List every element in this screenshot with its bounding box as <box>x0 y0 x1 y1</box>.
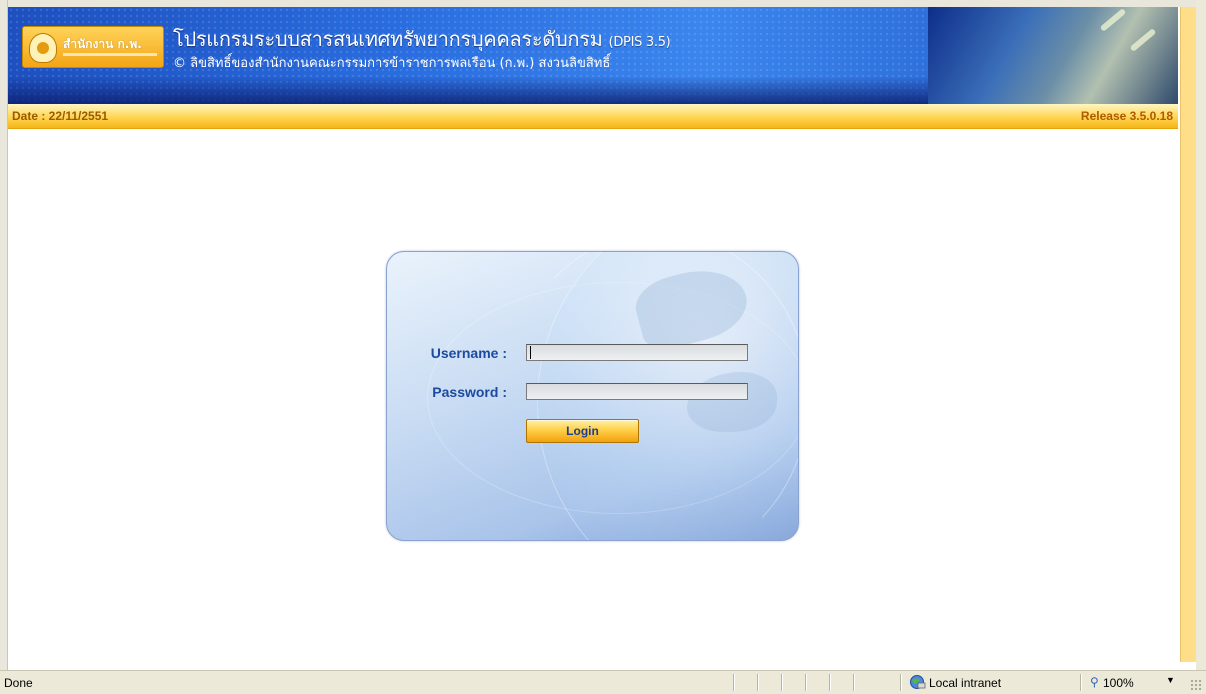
login-panel: Username : Password : Login <box>386 251 799 541</box>
seal-icon <box>29 33 57 63</box>
app-title-text: โปรแกรมระบบสารสนเทศทรัพยากรบุคคลระดับกรม <box>173 27 603 51</box>
login-button[interactable]: Login <box>526 419 639 443</box>
banner-photo <box>928 7 1178 104</box>
release-label: Release 3.5.0.18 <box>1080 109 1173 123</box>
zone-label: Local intranet <box>929 676 1002 690</box>
username-label: Username : <box>430 345 507 361</box>
status-divider <box>733 674 734 691</box>
window-frame-left <box>0 0 8 670</box>
status-bar: Done Local intranet ⚲ 100% ▼ <box>0 670 1206 694</box>
status-divider <box>1080 674 1081 691</box>
status-divider <box>853 674 854 691</box>
app-title: โปรแกรมระบบสารสนเทศทรัพยากรบุคคลระดับกรม… <box>173 23 671 55</box>
local-intranet-icon <box>910 675 926 689</box>
status-text: Done <box>4 676 33 690</box>
copyright-text: © ลิขสิทธิ์ของสำนักงานคณะกรรมการข้าราชกา… <box>173 56 611 71</box>
zoom-level[interactable]: 100% <box>1103 676 1134 690</box>
logo-text: สำนักงาน ก.พ. <box>63 37 142 51</box>
info-bar: Date : 22/11/2551 Release 3.5.0.18 <box>8 104 1178 129</box>
photo-glint <box>1099 8 1127 32</box>
status-divider <box>900 674 901 691</box>
status-divider <box>757 674 758 691</box>
ocsc-logo: สำนักงาน ก.พ. <box>22 26 164 68</box>
status-divider <box>829 674 830 691</box>
status-divider <box>805 674 806 691</box>
status-divider <box>781 674 782 691</box>
password-label: Password : <box>432 384 507 400</box>
text-caret <box>530 346 531 359</box>
username-input[interactable] <box>526 344 748 361</box>
header-banner: สำนักงาน ก.พ. โปรแกรมระบบสารสนเทศทรัพยาก… <box>8 7 1178 104</box>
zoom-icon[interactable]: ⚲ <box>1090 675 1099 689</box>
zoom-dropdown-icon[interactable]: ▼ <box>1166 675 1175 685</box>
logo-subline <box>63 53 157 56</box>
vertical-scrollbar[interactable] <box>1180 7 1196 662</box>
password-input[interactable] <box>526 383 748 400</box>
photo-glint <box>1129 28 1157 52</box>
window-frame-top <box>0 0 1206 7</box>
date-label: Date : 22/11/2551 <box>12 109 109 123</box>
app-title-version: (DPIS 3.5) <box>608 35 671 50</box>
window-frame-right <box>1196 0 1206 670</box>
resize-grip[interactable] <box>1190 679 1202 691</box>
